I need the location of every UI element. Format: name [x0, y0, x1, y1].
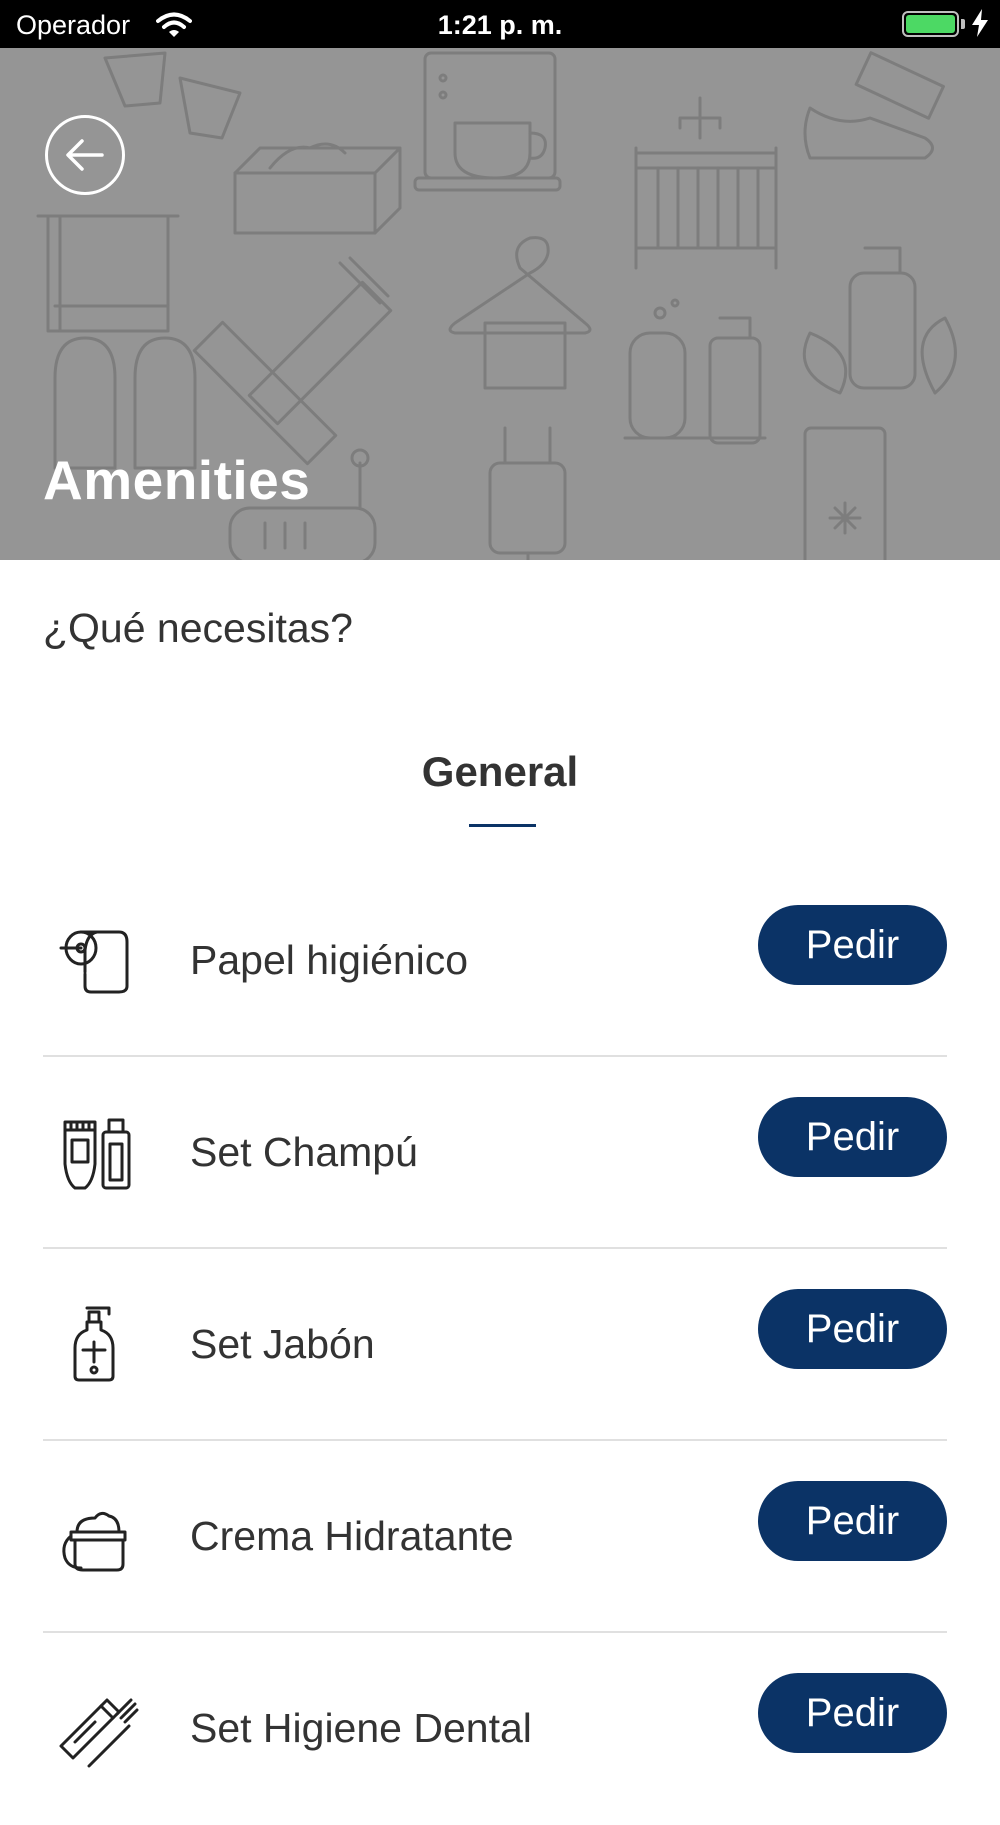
tab-active-indicator — [469, 824, 536, 827]
list-item: Set Higiene Dental Pedir — [0, 1633, 1000, 1825]
order-button[interactable]: Pedir — [758, 1097, 947, 1177]
item-label: Set Higiene Dental — [190, 1705, 532, 1751]
list-item: Papel higiénico Pedir — [0, 865, 1000, 1057]
battery-cap — [961, 19, 965, 29]
back-button[interactable] — [45, 115, 125, 195]
cream-jar-icon — [52, 1491, 142, 1581]
order-button[interactable]: Pedir — [758, 905, 947, 985]
charging-icon — [971, 9, 989, 44]
tab-general[interactable]: General — [0, 748, 1000, 796]
toilet-paper-icon — [52, 915, 142, 1005]
list-item: Crema Hidratante Pedir — [0, 1441, 1000, 1633]
item-label: Crema Hidratante — [190, 1513, 514, 1559]
header-banner: Amenities — [0, 48, 1000, 560]
question-heading: ¿Qué necesitas? — [43, 605, 353, 651]
toothbrush-toothpaste-icon — [52, 1683, 142, 1773]
item-label: Set Champú — [190, 1129, 418, 1175]
list-item: Set Champú Pedir — [0, 1057, 1000, 1249]
battery-icon — [902, 11, 959, 37]
item-label: Set Jabón — [190, 1321, 375, 1367]
order-button[interactable]: Pedir — [758, 1481, 947, 1561]
arrow-left-icon — [66, 139, 104, 171]
page-title: Amenities — [43, 449, 311, 511]
order-button[interactable]: Pedir — [758, 1289, 947, 1369]
clock: 1:21 p. m. — [437, 10, 563, 40]
amenities-list: Papel higiénico Pedir Set Champú Pedir S… — [0, 865, 1000, 1825]
list-item: Set Jabón Pedir — [0, 1249, 1000, 1441]
soap-dispenser-icon — [52, 1299, 142, 1389]
status-bar: Operador 1:21 p. m. — [0, 0, 1000, 48]
order-button[interactable]: Pedir — [758, 1673, 947, 1753]
shampoo-bottles-icon — [52, 1107, 142, 1197]
item-label: Papel higiénico — [190, 937, 469, 983]
